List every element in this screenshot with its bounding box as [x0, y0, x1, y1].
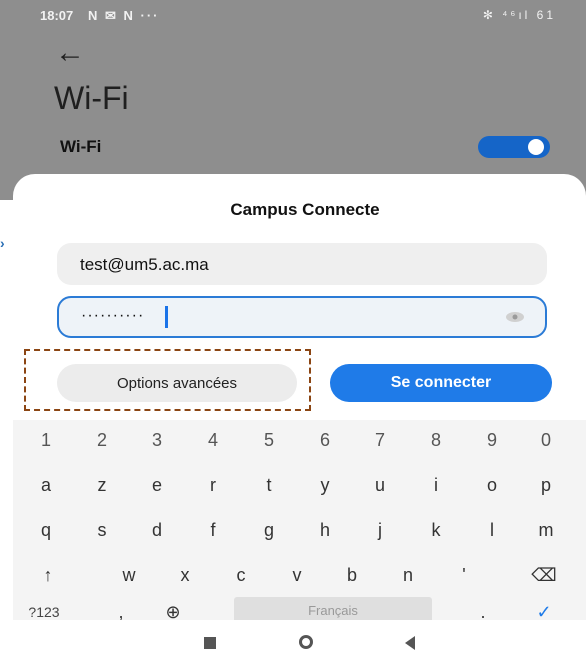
status-time: 18:07: [40, 8, 74, 23]
key-h[interactable]: h: [310, 510, 340, 550]
eye-icon[interactable]: [505, 311, 525, 323]
back-nav-icon[interactable]: [405, 636, 415, 650]
key-apostrophe[interactable]: ': [449, 555, 479, 595]
key-n[interactable]: n: [393, 555, 423, 595]
advanced-options-button[interactable]: Options avancées: [57, 364, 297, 402]
password-value: ··········: [81, 307, 145, 324]
key-o[interactable]: o: [477, 465, 507, 505]
key-g[interactable]: g: [254, 510, 284, 550]
text-cursor: [165, 306, 168, 328]
key-b[interactable]: b: [337, 555, 367, 595]
navigation-bar: [13, 620, 586, 666]
key-4[interactable]: 4: [198, 420, 228, 460]
key-q[interactable]: q: [31, 510, 61, 550]
key-8[interactable]: 8: [421, 420, 451, 460]
key-t[interactable]: t: [254, 465, 284, 505]
key-m[interactable]: m: [531, 510, 561, 550]
keyboard-number-row: 1 2 3 4 5 6 7 8 9 0: [13, 420, 586, 460]
key-y[interactable]: y: [310, 465, 340, 505]
key-a[interactable]: a: [31, 465, 61, 505]
keyboard-row-3: ↑ w x c v b n ' ⌫: [13, 555, 586, 595]
arrow-left-icon[interactable]: ←: [55, 38, 85, 68]
page-title: Wi-Fi: [54, 80, 129, 116]
key-c[interactable]: c: [226, 555, 256, 595]
key-5[interactable]: 5: [254, 420, 284, 460]
key-1[interactable]: 1: [31, 420, 61, 460]
key-3[interactable]: 3: [142, 420, 172, 460]
dialog-title: Campus Connecte: [230, 200, 380, 219]
key-i[interactable]: i: [421, 465, 451, 505]
key-0[interactable]: 0: [531, 420, 561, 460]
recent-apps-icon[interactable]: [204, 637, 216, 649]
key-x[interactable]: x: [170, 555, 200, 595]
key-u[interactable]: u: [365, 465, 395, 505]
status-bar: 18:07 N ✉ N ··· ✻ ⁴⁶ıl 61: [0, 0, 586, 30]
wifi-label: Wi-Fi: [60, 137, 102, 156]
key-s[interactable]: s: [87, 510, 117, 550]
keyboard-row-1: a z e r t y u i o p: [13, 465, 586, 505]
shift-icon[interactable]: ↑: [33, 555, 63, 595]
key-d[interactable]: d: [142, 510, 172, 550]
key-2[interactable]: 2: [87, 420, 117, 460]
key-k[interactable]: k: [421, 510, 451, 550]
password-field[interactable]: ··········: [57, 296, 547, 338]
key-e[interactable]: e: [142, 465, 172, 505]
key-v[interactable]: v: [282, 555, 312, 595]
key-7[interactable]: 7: [365, 420, 395, 460]
notification-icons: N ✉ N ···: [88, 8, 160, 23]
key-9[interactable]: 9: [477, 420, 507, 460]
backspace-icon[interactable]: ⌫: [527, 555, 561, 595]
username-value: test@um5.ac.ma: [80, 255, 209, 274]
home-icon[interactable]: [299, 635, 313, 649]
chevron-right-icon: ›: [0, 235, 5, 251]
key-p[interactable]: p: [531, 465, 561, 505]
key-j[interactable]: j: [365, 510, 395, 550]
key-l[interactable]: l: [477, 510, 507, 550]
system-icons: ✻ ⁴⁶ıl 61: [482, 8, 556, 22]
key-6[interactable]: 6: [310, 420, 340, 460]
key-f[interactable]: f: [198, 510, 228, 550]
key-w[interactable]: w: [114, 555, 144, 595]
wifi-toggle[interactable]: [478, 136, 550, 158]
toggle-knob: [528, 139, 544, 155]
key-z[interactable]: z: [87, 465, 117, 505]
key-r[interactable]: r: [198, 465, 228, 505]
username-field[interactable]: test@um5.ac.ma: [57, 243, 547, 285]
keyboard-row-2: q s d f g h j k l m: [13, 510, 586, 550]
connect-button[interactable]: Se connecter: [330, 364, 552, 402]
